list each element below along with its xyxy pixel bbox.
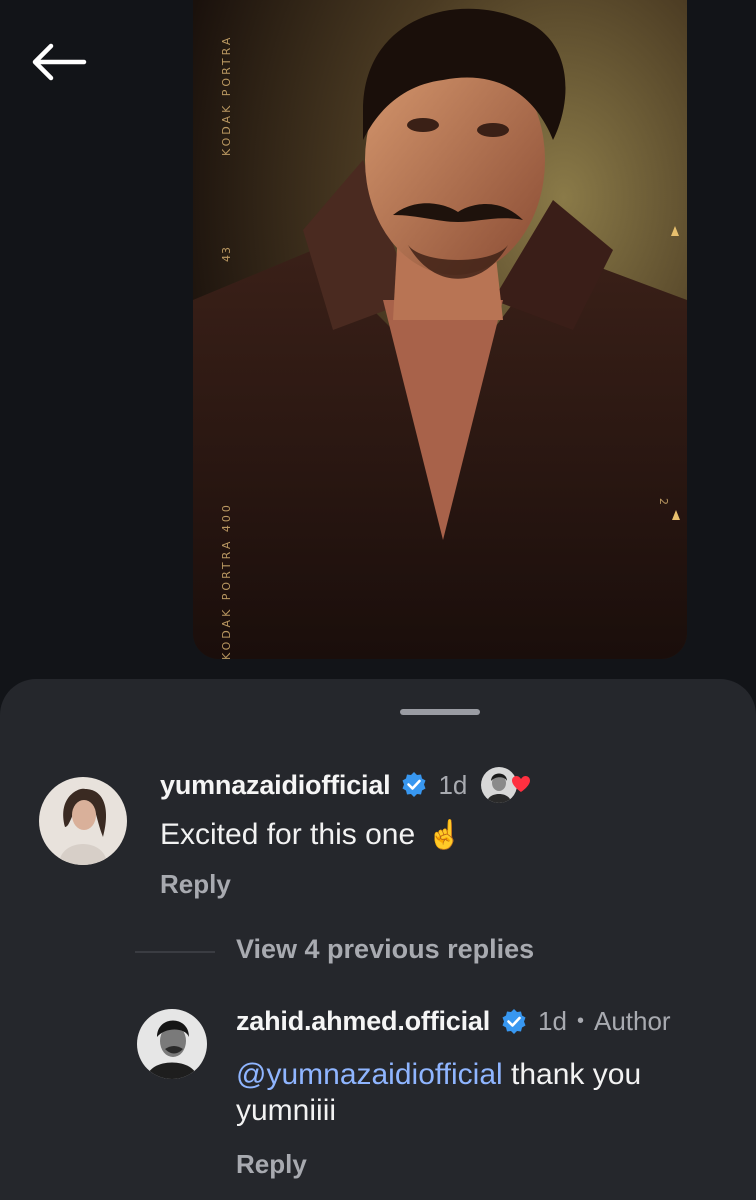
avatar[interactable] xyxy=(137,1009,207,1079)
arrow-left-icon xyxy=(32,43,87,81)
view-previous-replies-button[interactable]: View 4 previous replies xyxy=(236,934,534,965)
liked-by-author xyxy=(481,765,531,805)
pointing-up-emoji: ☝️ xyxy=(427,819,463,850)
portrait-photo xyxy=(193,0,687,659)
back-button[interactable] xyxy=(26,36,90,88)
reply-header: zahid.ahmed.official 1d • Author xyxy=(236,1006,671,1037)
verified-badge-icon xyxy=(502,1008,526,1034)
reply-time: 1d xyxy=(538,1006,567,1036)
reply-username[interactable]: zahid.ahmed.official xyxy=(236,1006,490,1037)
avatar[interactable] xyxy=(39,777,127,865)
heart-icon xyxy=(512,776,531,792)
comment-body: Excited for this one ☝️ xyxy=(160,817,462,853)
post-image[interactable] xyxy=(193,0,687,659)
film-edge-text-top: KODAK PORTRA xyxy=(220,34,233,156)
verified-badge-icon xyxy=(402,772,426,797)
film-edge-text-bottom: KODAK PORTRA 400 xyxy=(220,502,233,660)
post-comments-screen: KODAK PORTRA 43 KODAK PORTRA 400 2 yumna… xyxy=(0,0,756,1200)
film-frame-number-right: 2 xyxy=(657,498,670,508)
film-frame-number: 43 xyxy=(220,246,233,262)
comment-username[interactable]: yumnazaidiofficial xyxy=(160,770,391,801)
film-marker xyxy=(672,510,680,520)
film-marker xyxy=(671,226,679,236)
drag-handle[interactable] xyxy=(400,709,480,715)
comment-header: yumnazaidiofficial 1d xyxy=(160,765,531,805)
comment-time: 1d xyxy=(438,769,468,800)
mention-link[interactable]: @yumnazaidiofficial xyxy=(236,1058,503,1091)
comment-text: Excited for this one xyxy=(160,818,416,851)
reply-button[interactable]: Reply xyxy=(160,869,231,900)
author-badge: Author xyxy=(593,1006,671,1036)
reply-body: @yumnazaidiofficial thank you yumniiii xyxy=(236,1057,736,1129)
meta-separator: • xyxy=(576,1010,584,1032)
reply-button[interactable]: Reply xyxy=(236,1149,307,1180)
replies-divider xyxy=(135,951,215,953)
comments-sheet: yumnazaidiofficial 1d Excited for this o… xyxy=(0,679,756,1200)
